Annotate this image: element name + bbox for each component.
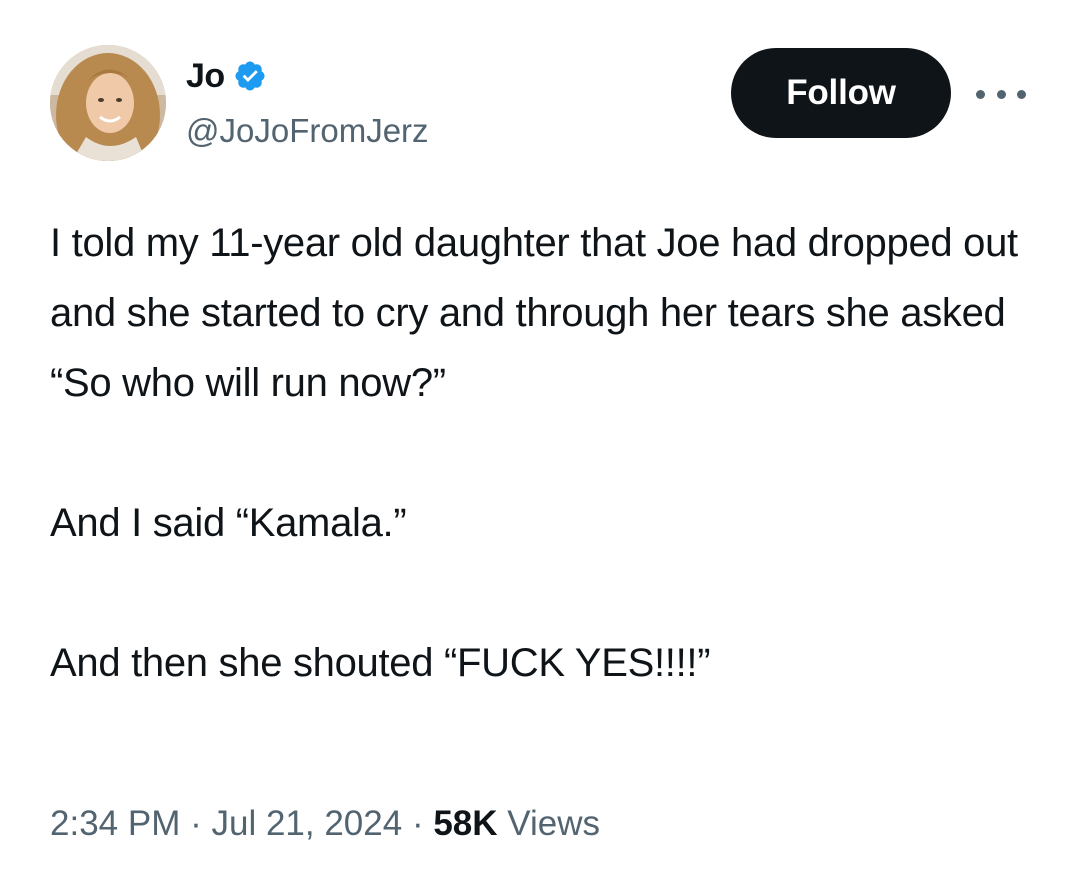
tweet-card: Jo @JoJoFromJerz Follow I told my 11-yea… — [0, 0, 1080, 885]
more-options-icon[interactable] — [976, 80, 1026, 108]
more-dot — [976, 89, 985, 99]
avatar[interactable] — [50, 45, 166, 161]
avatar-image — [50, 45, 166, 161]
tweet-paragraph: And I said “Kamala.” — [50, 501, 407, 545]
more-dot — [1017, 89, 1026, 99]
more-dot — [996, 89, 1006, 99]
tweet-date[interactable]: Jul 21, 2024 — [211, 804, 402, 843]
name-row: Jo — [186, 54, 267, 98]
verified-badge-icon[interactable] — [233, 59, 267, 93]
views-label: Views — [507, 804, 601, 843]
tweet-paragraph: And then she shouted “FUCK YES!!!!” — [50, 641, 711, 685]
user-handle[interactable]: @JoJoFromJerz — [186, 112, 429, 150]
display-name[interactable]: Jo — [186, 57, 225, 96]
tweet-time[interactable]: 2:34 PM — [50, 804, 180, 843]
tweet-meta: 2:34 PM · Jul 21, 2024 · 58K Views — [50, 804, 600, 844]
views-count[interactable]: 58K — [433, 804, 497, 843]
meta-separator: · — [411, 804, 424, 843]
follow-button[interactable]: Follow — [731, 48, 951, 138]
tweet-paragraph: I told my 11-year old daughter that Joe … — [50, 221, 1018, 405]
tweet-text: I told my 11-year old daughter that Joe … — [50, 208, 1040, 698]
meta-separator: · — [190, 804, 202, 843]
